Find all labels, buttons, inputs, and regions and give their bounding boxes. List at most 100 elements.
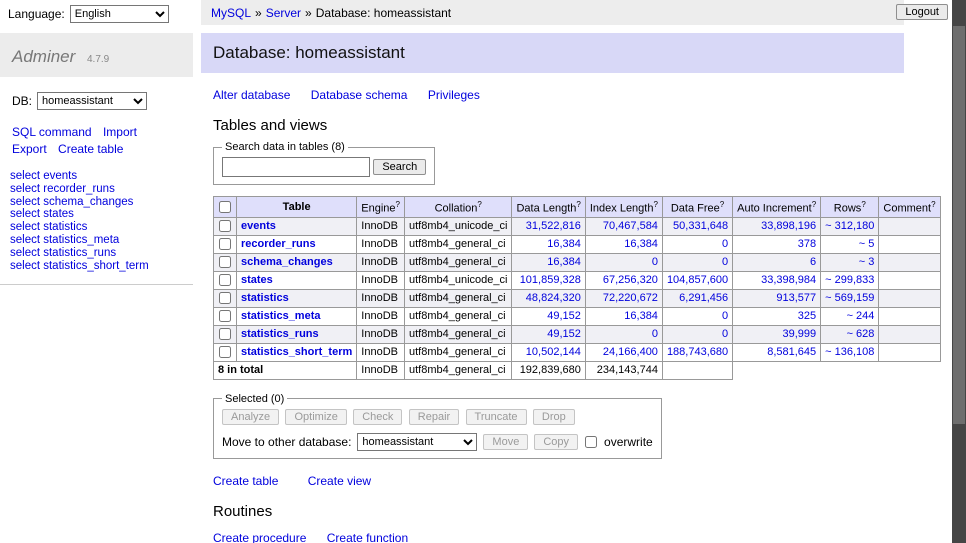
auto-increment-link[interactable]: 913,577 [776, 292, 816, 304]
create-function-link[interactable]: Create function [327, 531, 408, 543]
auto-increment-link[interactable]: 33,398,984 [761, 274, 816, 286]
alter-database-link[interactable]: Alter database [213, 88, 290, 102]
index-length-link[interactable]: 24,166,400 [603, 346, 658, 358]
move-button[interactable]: Move [483, 434, 528, 450]
create-table-link-main[interactable]: Create table [213, 474, 278, 488]
data-free-link[interactable]: 104,857,600 [667, 274, 728, 286]
data-free-link[interactable]: 0 [722, 238, 728, 250]
create-table-link[interactable]: Create table [58, 142, 123, 156]
data-length-link[interactable]: 31,522,816 [526, 220, 581, 232]
column-header-collation[interactable]: Collation? [405, 197, 512, 218]
table-name-link[interactable]: statistics_meta [241, 310, 321, 322]
auto-increment-link[interactable]: 378 [798, 238, 816, 250]
column-header-index-length[interactable]: Index Length? [585, 197, 662, 218]
breadcrumb-mysql-link[interactable]: MySQL [211, 6, 251, 20]
column-header-comment[interactable]: Comment? [879, 197, 940, 218]
data-length-link[interactable]: 49,152 [547, 310, 581, 322]
privileges-link[interactable]: Privileges [428, 88, 480, 102]
row-checkbox[interactable] [219, 292, 231, 304]
index-length-link[interactable]: 67,256,320 [603, 274, 658, 286]
sidebar-table-link[interactable]: select statistics_runs [10, 247, 193, 260]
row-checkbox[interactable] [219, 274, 231, 286]
sidebar-table-link[interactable]: select statistics_meta [10, 234, 193, 247]
data-length-link[interactable]: 16,384 [547, 256, 581, 268]
scrollbar-thumb[interactable] [953, 26, 965, 424]
table-name-link[interactable]: events [241, 220, 276, 232]
rows-link[interactable]: ~ 5 [859, 238, 875, 250]
rows-link[interactable]: ~ 628 [847, 328, 875, 340]
truncate-button[interactable]: Truncate [466, 409, 527, 425]
auto-increment-link[interactable]: 6 [810, 256, 816, 268]
index-length-link[interactable]: 16,384 [624, 310, 658, 322]
table-name-link[interactable]: schema_changes [241, 256, 333, 268]
data-free-link[interactable]: 0 [722, 310, 728, 322]
sidebar-table-link[interactable]: select statistics_short_term [10, 260, 193, 273]
table-name-link[interactable]: statistics_short_term [241, 346, 352, 358]
database-schema-link[interactable]: Database schema [311, 88, 408, 102]
column-header-data-free[interactable]: Data Free? [662, 197, 732, 218]
auto-increment-link[interactable]: 325 [798, 310, 816, 322]
auto-increment-link[interactable]: 39,999 [783, 328, 817, 340]
row-checkbox[interactable] [219, 310, 231, 322]
rows-link[interactable]: ~ 569,159 [825, 292, 874, 304]
db-select[interactable]: homeassistant [37, 92, 147, 110]
data-free-link[interactable]: 6,291,456 [679, 292, 728, 304]
analyze-button[interactable]: Analyze [222, 409, 279, 425]
row-checkbox[interactable] [219, 220, 231, 232]
sidebar-table-link[interactable]: select events [10, 170, 193, 183]
auto-increment-link[interactable]: 33,898,196 [761, 220, 816, 232]
search-button[interactable]: Search [373, 159, 426, 175]
auto-increment-link[interactable]: 8,581,645 [767, 346, 816, 358]
import-link[interactable]: Import [103, 125, 137, 139]
table-name-link[interactable]: states [241, 274, 273, 286]
sidebar-table-link[interactable]: select recorder_runs [10, 183, 193, 196]
search-input[interactable] [222, 157, 370, 177]
sidebar-table-link[interactable]: select statistics [10, 221, 193, 234]
data-length-link[interactable]: 101,859,328 [520, 274, 581, 286]
row-checkbox[interactable] [219, 238, 231, 250]
column-header-engine[interactable]: Engine? [357, 197, 405, 218]
data-length-link[interactable]: 10,502,144 [526, 346, 581, 358]
export-link[interactable]: Export [12, 142, 47, 156]
index-length-link[interactable]: 0 [652, 256, 658, 268]
rows-link[interactable]: ~ 312,180 [825, 220, 874, 232]
column-header-data-length[interactable]: Data Length? [512, 197, 585, 218]
breadcrumb-server-link[interactable]: Server [266, 6, 301, 20]
rows-link[interactable]: ~ 299,833 [825, 274, 874, 286]
data-free-link[interactable]: 50,331,648 [673, 220, 728, 232]
column-header-rows[interactable]: Rows? [821, 197, 879, 218]
sidebar-table-link[interactable]: select schema_changes [10, 196, 193, 209]
select-all-checkbox[interactable] [219, 201, 231, 213]
row-checkbox[interactable] [219, 256, 231, 268]
check-button[interactable]: Check [353, 409, 402, 425]
row-checkbox[interactable] [219, 328, 231, 340]
overwrite-checkbox[interactable] [585, 436, 597, 448]
table-name-link[interactable]: statistics_runs [241, 328, 319, 340]
data-length-link[interactable]: 16,384 [547, 238, 581, 250]
logout-button[interactable]: Logout [896, 4, 948, 20]
index-length-link[interactable]: 70,467,584 [603, 220, 658, 232]
table-name-link[interactable]: statistics [241, 292, 289, 304]
create-procedure-link[interactable]: Create procedure [213, 531, 306, 543]
data-free-link[interactable]: 0 [722, 328, 728, 340]
move-database-select[interactable]: homeassistant [357, 433, 477, 451]
sidebar-table-link[interactable]: select states [10, 208, 193, 221]
index-length-link[interactable]: 0 [652, 328, 658, 340]
data-length-link[interactable]: 49,152 [547, 328, 581, 340]
column-header-auto-increment[interactable]: Auto Increment? [733, 197, 821, 218]
data-free-link[interactable]: 188,743,680 [667, 346, 728, 358]
index-length-link[interactable]: 72,220,672 [603, 292, 658, 304]
rows-link[interactable]: ~ 3 [859, 256, 875, 268]
drop-button[interactable]: Drop [533, 409, 575, 425]
data-length-link[interactable]: 48,824,320 [526, 292, 581, 304]
table-name-link[interactable]: recorder_runs [241, 238, 316, 250]
sql-command-link[interactable]: SQL command [12, 125, 92, 139]
data-free-link[interactable]: 0 [722, 256, 728, 268]
row-checkbox[interactable] [219, 346, 231, 358]
copy-button[interactable]: Copy [534, 434, 578, 450]
scrollbar[interactable] [952, 0, 966, 543]
rows-link[interactable]: ~ 244 [847, 310, 875, 322]
repair-button[interactable]: Repair [409, 409, 459, 425]
rows-link[interactable]: ~ 136,108 [825, 346, 874, 358]
index-length-link[interactable]: 16,384 [624, 238, 658, 250]
